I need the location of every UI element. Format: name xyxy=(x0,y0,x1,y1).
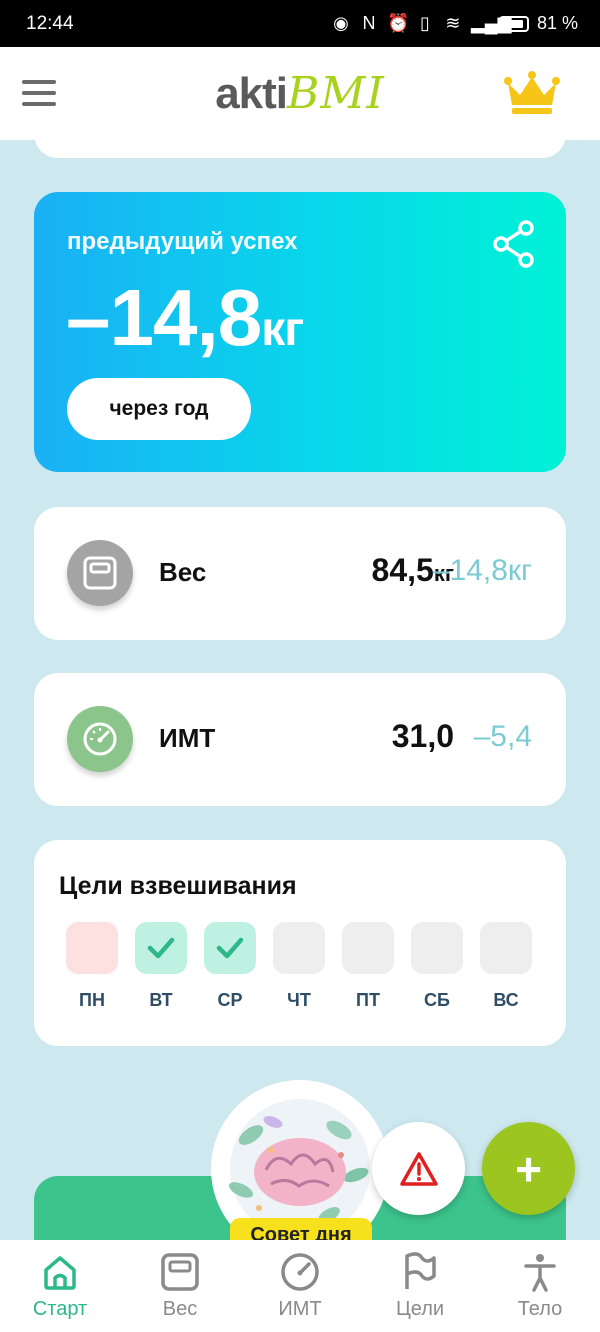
logo-bmi: BMI xyxy=(287,68,385,119)
bmi-delta: –5,4 xyxy=(473,720,532,753)
period-button[interactable]: через год xyxy=(67,378,251,440)
status-icons: ◉ N ⏰ ▯ ≋ ▂▄▆ 81 % xyxy=(331,13,578,34)
day-status-box xyxy=(66,922,118,974)
day-label: ПТ xyxy=(356,990,380,1010)
gauge-icon xyxy=(281,1253,319,1291)
day-mon[interactable]: ПН xyxy=(66,922,118,1011)
day-sun[interactable]: ВС xyxy=(480,922,532,1011)
day-label: ПН xyxy=(79,990,105,1010)
success-label: предыдущий успех xyxy=(67,228,298,255)
nav-item-start[interactable]: Старт xyxy=(0,1240,120,1332)
body-icon xyxy=(524,1254,556,1292)
day-label: СР xyxy=(217,990,243,1010)
vibrate-icon: ▯ xyxy=(420,13,430,33)
nav-item-body[interactable]: Тело xyxy=(480,1240,600,1332)
battery-icon xyxy=(498,15,529,32)
goals-title: Цели взвешивания xyxy=(59,872,297,900)
bmi-label: ИМТ xyxy=(159,723,216,753)
success-card[interactable]: предыдущий успех –14,8кг через год xyxy=(34,192,566,472)
crown-icon[interactable] xyxy=(504,69,560,115)
day-wed[interactable]: СР xyxy=(204,922,256,1011)
nfc-icon: N xyxy=(362,13,376,33)
status-bar: 12:44 ◉ N ⏰ ▯ ≋ ▂▄▆ 81 % xyxy=(0,0,600,47)
warning-icon xyxy=(399,1151,438,1186)
nav-item-weight[interactable]: Вес xyxy=(120,1240,240,1332)
weight-card[interactable]: Вес 84,5кг –14,8кг xyxy=(34,507,566,640)
app-logo: aktiBMI xyxy=(215,68,385,119)
menu-icon[interactable] xyxy=(22,80,56,106)
nav-item-bmi[interactable]: ИМТ xyxy=(240,1240,360,1332)
bottom-navigation: Старт Вес ИМТ Цели Тело xyxy=(0,1240,600,1332)
scale-icon xyxy=(161,1253,199,1291)
weekday-row: ПН ВТ СР ЧТ ПТ СБ ВС xyxy=(66,922,532,1011)
checkmark-icon xyxy=(147,937,175,959)
day-label: СБ xyxy=(424,990,450,1010)
scale-icon xyxy=(67,540,133,606)
status-time: 12:44 xyxy=(26,12,74,34)
alarm-icon: ⏰ xyxy=(386,13,410,33)
day-status-box xyxy=(411,922,463,974)
success-value: –14,8кг xyxy=(66,273,304,362)
day-status-box xyxy=(135,922,187,974)
bmi-card[interactable]: ИМТ 31,0 –5,4 xyxy=(34,673,566,806)
day-label: ЧТ xyxy=(287,990,311,1010)
alert-button[interactable] xyxy=(372,1122,465,1215)
battery-percent: 81 % xyxy=(536,13,578,33)
nav-label: Старт xyxy=(32,1298,88,1320)
nav-label: ИМТ xyxy=(278,1298,322,1320)
share-icon[interactable] xyxy=(492,220,536,268)
bmi-value: 31,0 xyxy=(391,718,454,754)
day-label: ВС xyxy=(493,990,519,1010)
weight-delta: –14,8кг xyxy=(432,554,532,587)
nav-label: Вес xyxy=(162,1298,198,1320)
day-status-box xyxy=(273,922,325,974)
logo-akti: akti xyxy=(215,69,288,118)
weight-label: Вес xyxy=(159,557,207,587)
day-label: ВТ xyxy=(149,990,173,1010)
nav-item-goals[interactable]: Цели xyxy=(360,1240,480,1332)
previous-card xyxy=(34,120,566,158)
add-entry-button[interactable]: + xyxy=(482,1122,575,1215)
nav-label: Тело xyxy=(517,1298,563,1320)
signal-icon: ▂▄▆ xyxy=(470,13,512,33)
flag-icon xyxy=(405,1252,436,1289)
day-status-box xyxy=(342,922,394,974)
gauge-icon xyxy=(67,706,133,772)
nav-label: Цели xyxy=(395,1298,445,1320)
day-fri[interactable]: ПТ xyxy=(342,922,394,1011)
day-tue[interactable]: ВТ xyxy=(135,922,187,1011)
checkmark-icon xyxy=(216,937,244,959)
weighing-goals-card[interactable]: Цели взвешивания ПН ВТ СР ЧТ ПТ СБ ВС xyxy=(34,840,566,1046)
day-thu[interactable]: ЧТ xyxy=(273,922,325,1011)
home-icon xyxy=(44,1256,76,1290)
wifi-icon: ≋ xyxy=(445,13,461,33)
day-sat[interactable]: СБ xyxy=(411,922,463,1011)
eye-icon: ◉ xyxy=(333,13,349,33)
day-status-box xyxy=(204,922,256,974)
day-status-box xyxy=(480,922,532,974)
